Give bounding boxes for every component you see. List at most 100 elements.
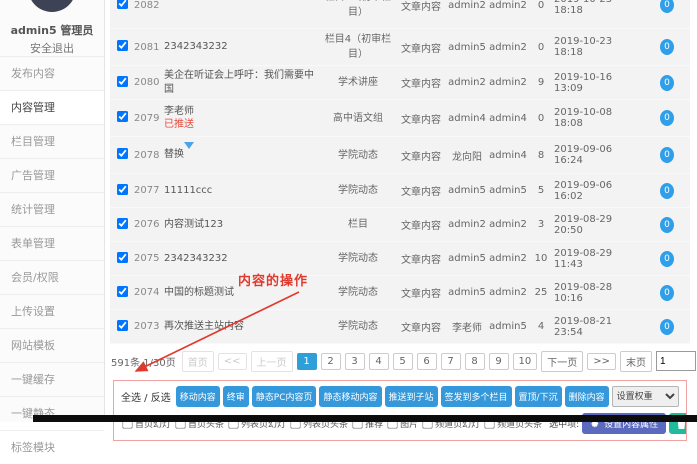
weight-select[interactable]: 设置权重 — [612, 386, 679, 407]
comment-badge[interactable]: 0 — [660, 147, 674, 163]
action-button-5[interactable]: 签发到多个栏目 — [441, 386, 512, 407]
row-checkbox[interactable] — [116, 111, 127, 122]
row-type: 文章内容 — [396, 0, 446, 13]
row-type: 文章内容 — [396, 183, 446, 198]
row-type: 文章内容 — [396, 285, 446, 300]
row-admin1: admin2 — [446, 219, 488, 230]
row-column: 学院动态 — [320, 183, 396, 198]
row-column: 学院动态 — [320, 251, 396, 266]
page-number-2[interactable]: 2 — [321, 353, 341, 370]
page-number-1[interactable]: 1 — [297, 353, 317, 370]
comment-badge[interactable]: 0 — [660, 110, 674, 126]
comment-badge[interactable]: 0 — [660, 0, 674, 13]
row-badge-cell: 0 — [644, 75, 690, 91]
page-number-9[interactable]: 9 — [489, 353, 509, 370]
row-checkbox[interactable] — [116, 148, 127, 159]
action-button-0[interactable]: 移动内容 — [176, 386, 220, 407]
row-title-cell: 2342343232 — [164, 252, 320, 266]
comment-badge[interactable]: 0 — [660, 183, 674, 199]
page-number-7[interactable]: 7 — [441, 353, 461, 370]
page-first-button[interactable]: 首页 — [182, 351, 214, 372]
row-checkbox[interactable] — [116, 217, 127, 228]
sidebar-item-8[interactable]: 网站模板 — [0, 328, 104, 362]
row-checkbox[interactable] — [116, 0, 127, 9]
comment-badge[interactable]: 0 — [660, 251, 674, 267]
action-button-3[interactable]: 静态移动内容 — [319, 386, 381, 407]
sidebar-item-4[interactable]: 统计管理 — [0, 192, 104, 226]
table-row: 2074中国的标题测试学院动态文章内容admin5admin2252019-08… — [110, 276, 690, 310]
page-number-3[interactable]: 3 — [345, 353, 365, 370]
row-badge-cell: 0 — [644, 147, 690, 163]
sidebar-item-1[interactable]: 内容管理 — [0, 90, 104, 124]
sidebar: admin5 管理员 安全退出 发布内容内容管理栏目管理广告管理统计管理表单管理… — [0, 0, 105, 422]
table-row: 20752342343232学院动态文章内容admin5admin2102019… — [110, 242, 690, 276]
sidebar-item-10[interactable]: 一键静态 — [0, 396, 104, 430]
row-title-cell: 11111ccc — [164, 184, 320, 198]
sidebar-item-0[interactable]: 发布内容 — [0, 56, 104, 90]
logout-link[interactable]: 安全退出 — [0, 40, 104, 56]
action-button-1[interactable]: 终审 — [223, 386, 249, 407]
page-next-button[interactable]: 下一页 — [541, 351, 583, 372]
row-title-cell: 李老师已推送 — [164, 105, 320, 132]
sidebar-item-7[interactable]: 上传设置 — [0, 294, 104, 328]
page-number-10[interactable]: 10 — [513, 353, 538, 370]
comment-badge[interactable]: 0 — [660, 39, 674, 55]
sidebar-item-6[interactable]: 会员/权限 — [0, 260, 104, 294]
comment-badge[interactable]: 0 — [660, 319, 674, 335]
page-next-double-button[interactable]: >> — [587, 353, 616, 370]
select-all-toggle[interactable]: 全选 / 反选 — [121, 389, 171, 404]
row-badge-cell: 0 — [644, 39, 690, 55]
row-checkbox[interactable] — [116, 183, 127, 194]
page-number-5[interactable]: 5 — [393, 353, 413, 370]
row-checkbox[interactable] — [116, 319, 127, 330]
row-admin2: admin5 — [488, 321, 528, 332]
row-admin2: admin2 — [488, 253, 528, 264]
row-column: 栏目4（初审栏目） — [320, 0, 396, 20]
row-column: 学院动态 — [320, 319, 396, 334]
action-buttons: 移动内容终审静态PC内容页静态移动内容推送到子站签发到多个栏目置顶/下沉删除内容 — [176, 386, 609, 407]
comment-badge[interactable]: 0 — [660, 285, 674, 301]
sidebar-item-3[interactable]: 广告管理 — [0, 158, 104, 192]
action-button-4[interactable]: 推送到子站 — [385, 386, 438, 407]
action-button-7[interactable]: 删除内容 — [565, 386, 609, 407]
sidebar-item-5[interactable]: 表单管理 — [0, 226, 104, 260]
page-last-button[interactable]: 末页 — [620, 351, 652, 372]
sidebar-item-2[interactable]: 栏目管理 — [0, 124, 104, 158]
row-checkbox[interactable] — [116, 75, 127, 86]
row-column: 高中语文组 — [320, 111, 396, 126]
row-count: 8 — [528, 150, 554, 161]
row-count: 0 — [528, 113, 554, 124]
row-date: 2019-08-21 23:54 — [554, 316, 644, 338]
page-jump-input[interactable] — [656, 351, 696, 371]
sidebar-item-11[interactable]: 标签模块 — [0, 430, 104, 464]
row-date: 2019-09-06 16:02 — [554, 180, 644, 202]
row-badge-cell: 0 — [644, 217, 690, 233]
table-row: 2079李老师已推送高中语文组文章内容admin4admin402019-10-… — [110, 100, 690, 137]
row-title-cell: 中国的标题测试 — [164, 286, 320, 300]
comment-badge[interactable]: 0 — [660, 75, 674, 91]
sidebar-nav: 发布内容内容管理栏目管理广告管理统计管理表单管理会员/权限上传设置网站模板一键缓… — [0, 56, 104, 464]
sidebar-item-9[interactable]: 一键缓存 — [0, 362, 104, 396]
row-count: 9 — [528, 77, 554, 88]
page-prev-button[interactable]: 上一页 — [251, 351, 293, 372]
row-count: 5 — [528, 185, 554, 196]
row-checkbox[interactable] — [116, 251, 127, 262]
action-button-6[interactable]: 置顶/下沉 — [515, 386, 562, 407]
action-button-2[interactable]: 静态PC内容页 — [252, 386, 317, 407]
page-numbers: 12345678910 — [297, 353, 538, 370]
row-date: 2019-10-23 18:18 — [554, 0, 644, 16]
row-id: 2077 — [134, 185, 164, 196]
page-number-6[interactable]: 6 — [417, 353, 437, 370]
row-title: 中国的标题测试 — [164, 287, 234, 298]
page-number-8[interactable]: 8 — [465, 353, 485, 370]
row-count: 4 — [528, 321, 554, 332]
comment-badge[interactable]: 0 — [660, 217, 674, 233]
row-checkbox[interactable] — [116, 285, 127, 296]
row-admin1: admin2 — [446, 0, 488, 11]
row-checkbox[interactable] — [116, 40, 127, 51]
page-prev-double-button[interactable]: << — [218, 353, 247, 370]
row-type: 文章内容 — [396, 217, 446, 232]
row-admin2: admin2 — [488, 77, 528, 88]
row-id: 2082 — [134, 0, 164, 11]
page-number-4[interactable]: 4 — [369, 353, 389, 370]
